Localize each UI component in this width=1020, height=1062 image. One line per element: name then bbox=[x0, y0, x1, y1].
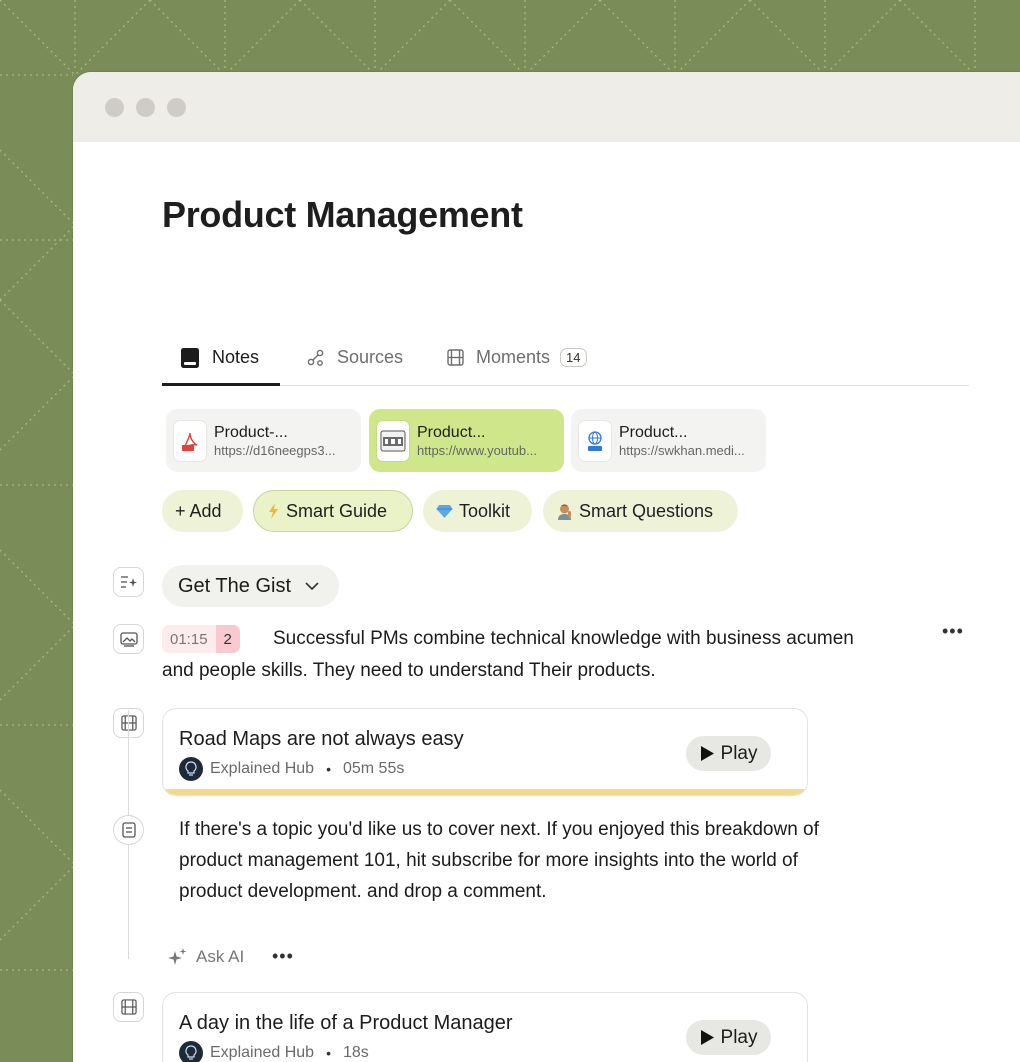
nodes-icon bbox=[307, 349, 325, 367]
summary-sparkle-icon[interactable] bbox=[113, 567, 144, 597]
tab-sources[interactable]: Sources bbox=[307, 330, 403, 385]
play-label: Play bbox=[720, 1026, 758, 1048]
film-icon bbox=[447, 349, 464, 366]
ask-ai-button[interactable]: Ask AI bbox=[168, 947, 244, 967]
moment-accent-bar bbox=[163, 789, 807, 795]
chevron-down-icon bbox=[305, 581, 319, 591]
ask-ai-label: Ask AI bbox=[196, 947, 245, 966]
source-card-url[interactable]: Product... https://swkhan.medi... bbox=[571, 409, 766, 472]
moment-meta: Explained Hub • 05m 55s bbox=[179, 757, 404, 781]
reference-count: 2 bbox=[215, 625, 240, 653]
play-button[interactable]: Play bbox=[686, 736, 771, 771]
source-url: https://d16neegps3... bbox=[214, 442, 336, 458]
gist-label: Get The Gist bbox=[178, 574, 292, 597]
smart-guide-button[interactable]: Smart Guide bbox=[253, 490, 413, 532]
source-card-video[interactable]: Product... https://www.youtub... bbox=[369, 409, 564, 472]
sparkle-icon bbox=[168, 947, 188, 967]
source-url: https://swkhan.medi... bbox=[619, 442, 745, 458]
app-window: Product Management Notes Sources Moments bbox=[73, 72, 1020, 1062]
get-the-gist-dropdown[interactable]: Get The Gist bbox=[162, 565, 340, 607]
summary-line-1: Successful PMs combine technical knowled… bbox=[273, 628, 854, 649]
notebook-icon bbox=[180, 347, 200, 369]
moment-title: A day in the life of a Product Manager bbox=[179, 1012, 513, 1034]
tab-notes-label: Notes bbox=[212, 347, 260, 367]
film-icon[interactable] bbox=[113, 992, 144, 1022]
smart-guide-label: Smart Guide bbox=[286, 500, 388, 521]
moment-duration: 18s bbox=[342, 1044, 369, 1061]
note-icon[interactable] bbox=[113, 815, 144, 845]
video-thumbnail-icon bbox=[377, 420, 409, 461]
add-button-label: + Add bbox=[175, 500, 222, 521]
window-maximize-dot[interactable] bbox=[167, 98, 186, 117]
window-minimize-dot[interactable] bbox=[136, 98, 155, 117]
tab-notes[interactable]: Notes bbox=[162, 330, 280, 386]
main-content: Product Management Notes Sources Moments bbox=[73, 142, 1020, 1062]
source-card-pdf[interactable]: Product-... https://d16neegps3... bbox=[166, 409, 361, 472]
tab-moments[interactable]: Moments 14 bbox=[447, 330, 587, 385]
add-button[interactable]: + Add bbox=[162, 490, 243, 532]
globe-icon bbox=[579, 420, 611, 461]
channel-name: Explained Hub bbox=[210, 760, 315, 777]
play-button[interactable]: Play bbox=[686, 1020, 771, 1055]
separator-dot: • bbox=[326, 761, 331, 777]
play-label: Play bbox=[720, 742, 758, 764]
timestamp: 01:15 bbox=[162, 625, 216, 653]
source-url: https://www.youtub... bbox=[417, 442, 537, 458]
more-options-icon[interactable]: ••• bbox=[272, 946, 294, 967]
channel-name: Explained Hub bbox=[210, 1044, 315, 1061]
moment-duration: 05m 55s bbox=[342, 760, 405, 777]
window-close-dot[interactable] bbox=[105, 98, 124, 117]
smart-questions-label: Smart Questions bbox=[579, 500, 714, 521]
tab-moments-label: Moments bbox=[476, 347, 551, 367]
source-title: Product... bbox=[619, 423, 688, 441]
play-icon bbox=[700, 745, 715, 762]
note-line-1: If there's a topic you'd like us to cove… bbox=[179, 819, 819, 840]
pdf-icon bbox=[174, 420, 206, 461]
tab-sources-label: Sources bbox=[337, 347, 404, 367]
window-titlebar bbox=[73, 72, 1020, 142]
source-title: Product-... bbox=[214, 423, 288, 441]
toolkit-button[interactable]: Toolkit bbox=[423, 490, 532, 532]
lightbulb-avatar-icon bbox=[179, 757, 203, 781]
note-line-3: product development. and drop a comment. bbox=[179, 881, 547, 902]
lightning-icon bbox=[267, 502, 280, 520]
separator-dot: • bbox=[326, 1045, 331, 1061]
moments-count-badge: 14 bbox=[560, 348, 587, 367]
timestamp-badge[interactable]: 01:15 2 bbox=[162, 625, 240, 653]
summary-line-2: and people skills. They need to understa… bbox=[162, 660, 656, 681]
more-options-icon[interactable]: ••• bbox=[942, 621, 964, 642]
moment-card[interactable]: A day in the life of a Product Manager E… bbox=[162, 992, 808, 1062]
toolkit-label: Toolkit bbox=[459, 500, 511, 521]
diamond-icon bbox=[436, 504, 453, 519]
moment-card[interactable]: Road Maps are not always easy Explained … bbox=[162, 708, 808, 796]
play-icon bbox=[700, 1029, 715, 1046]
page-title: Product Management bbox=[162, 194, 523, 235]
moment-title: Road Maps are not always easy bbox=[179, 728, 464, 750]
tab-bar: Notes Sources Moments 14 bbox=[162, 330, 969, 386]
smart-questions-button[interactable]: Smart Questions bbox=[543, 490, 738, 532]
person-emoji-icon bbox=[556, 503, 573, 520]
moment-meta: Explained Hub • 18s bbox=[179, 1041, 369, 1062]
image-caption-icon[interactable] bbox=[113, 624, 144, 654]
source-title: Product... bbox=[417, 423, 486, 441]
note-line-2: product management 101, hit subscribe fo… bbox=[179, 850, 798, 871]
lightbulb-avatar-icon bbox=[179, 1041, 203, 1062]
